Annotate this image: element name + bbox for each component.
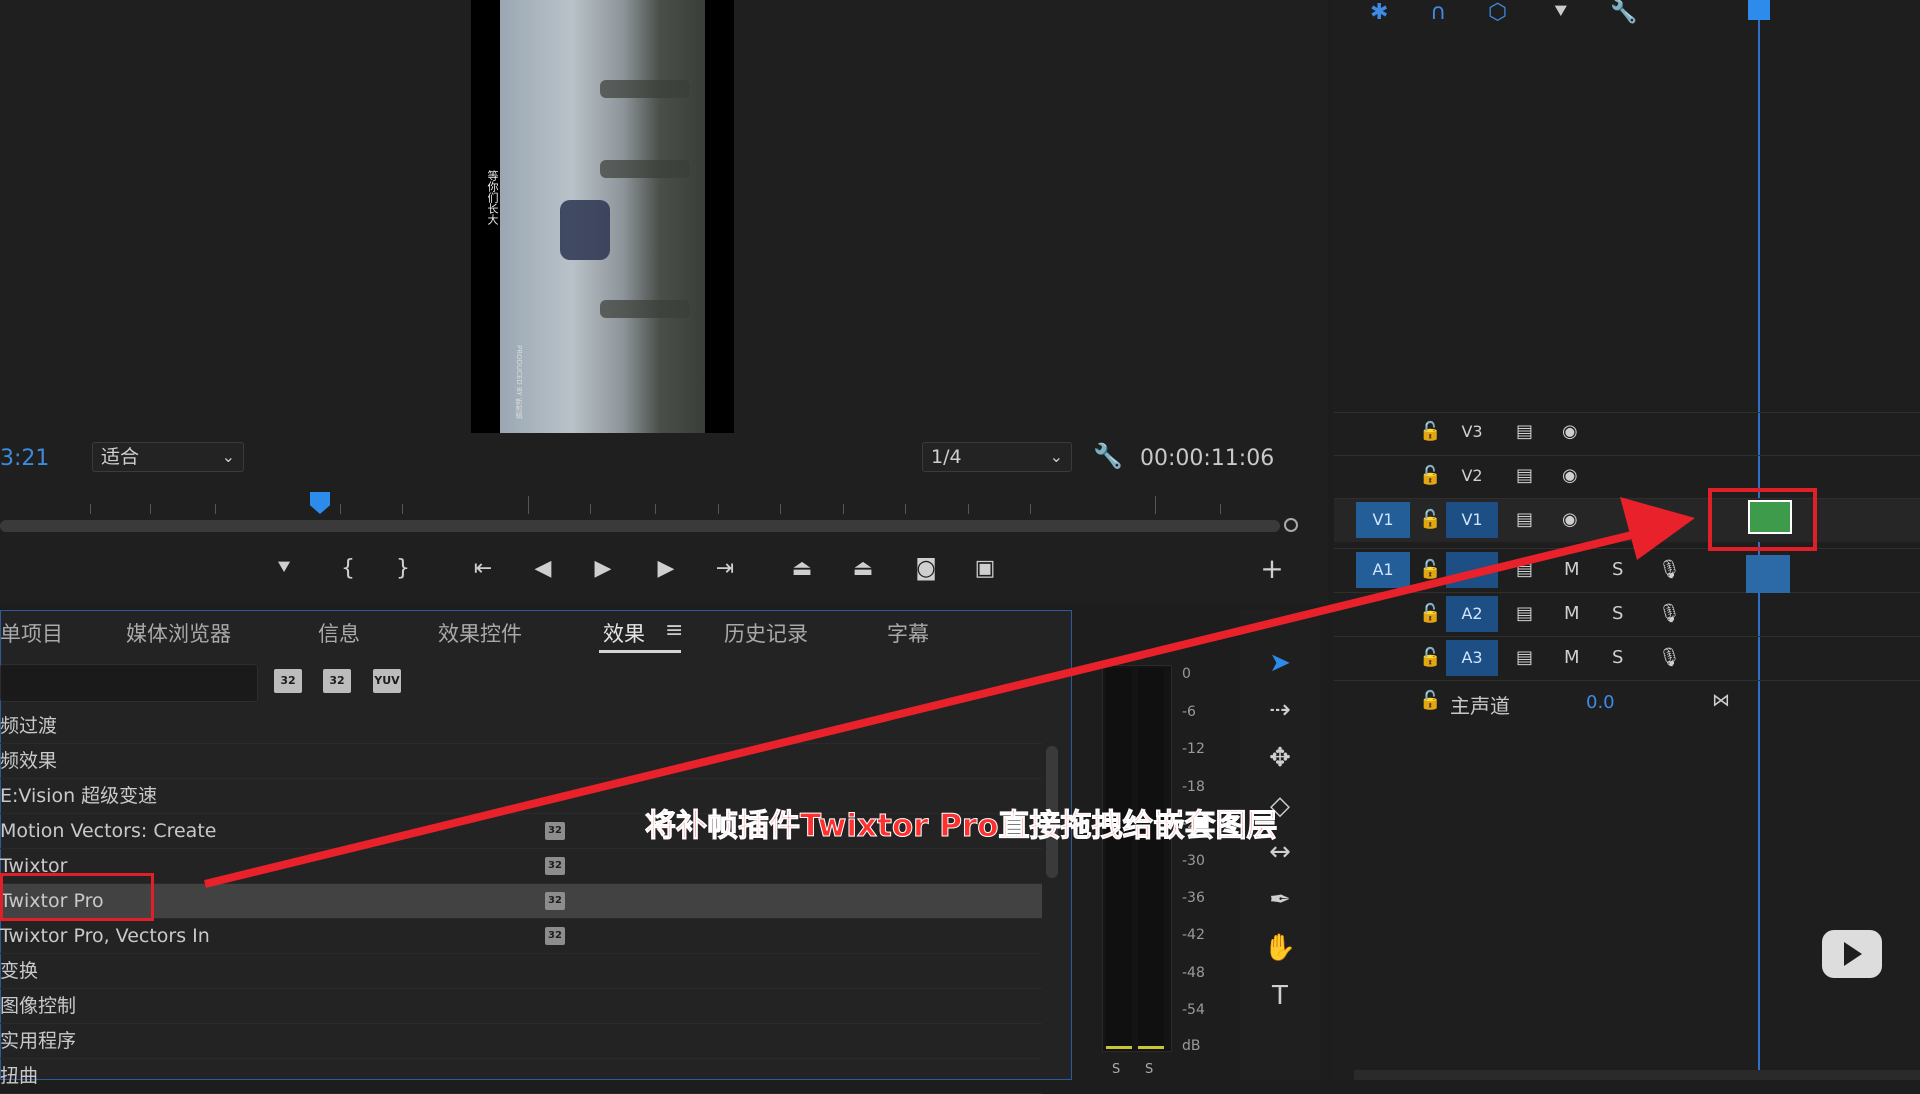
arrow-head [1620,497,1695,560]
annotation-text: 将补帧插件Twixtor Pro直接拖拽给嵌套图层 [645,808,1279,845]
drag-arrow [204,497,1695,888]
